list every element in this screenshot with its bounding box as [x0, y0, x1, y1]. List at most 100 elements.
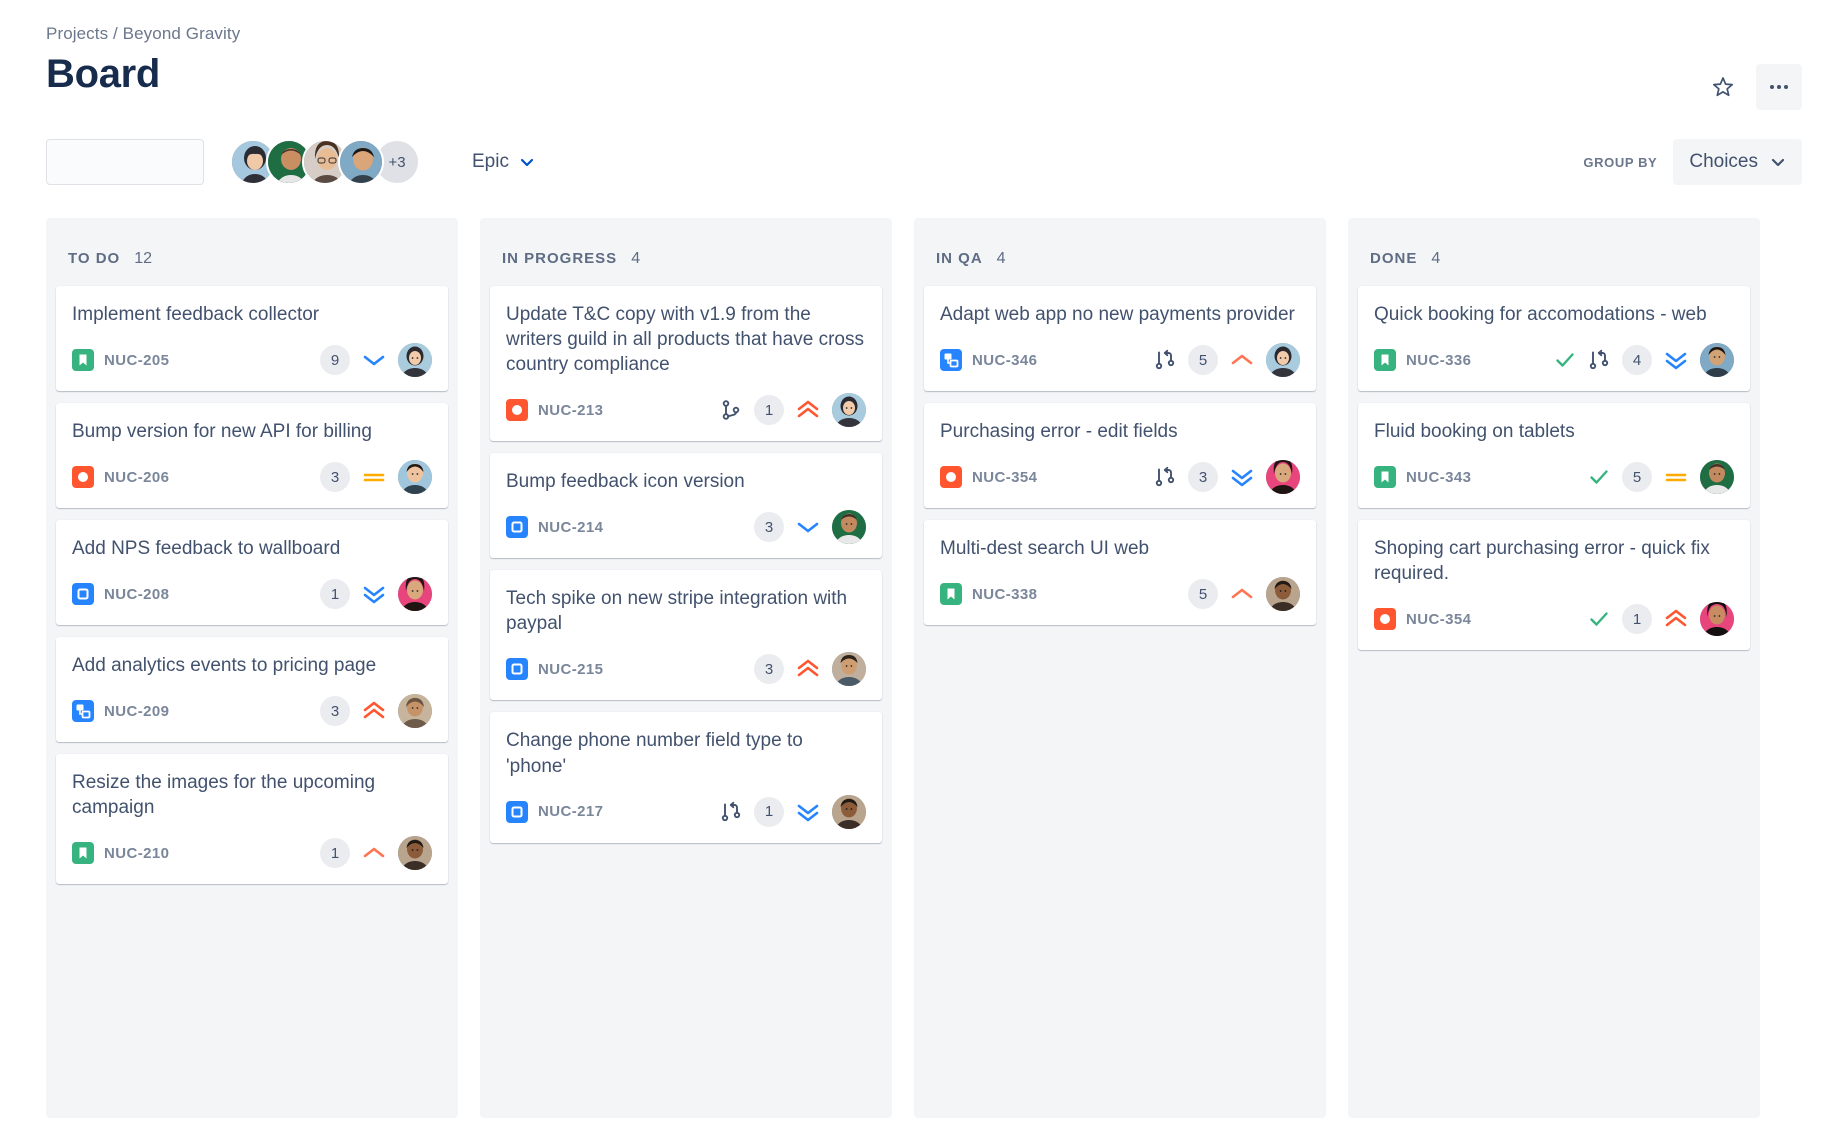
issue-meta-left: NUC-210 — [72, 842, 169, 864]
issue-key[interactable]: NUC-208 — [104, 586, 169, 603]
column-name: IN QA — [936, 250, 983, 267]
pull-request-icon[interactable] — [1588, 349, 1610, 371]
issue-title: Implement feedback collector — [72, 302, 432, 327]
branch-icon[interactable] — [720, 399, 742, 421]
issue-key[interactable]: NUC-210 — [104, 845, 169, 862]
issue-type-task-icon — [72, 583, 94, 605]
issue-meta: NUC-217 1 — [506, 795, 866, 829]
issue-card[interactable]: Fluid booking on tabletsNUC-3435 — [1358, 403, 1750, 508]
page-title: Board — [46, 52, 160, 96]
issue-title: Fluid booking on tablets — [1374, 419, 1734, 444]
group-by-label: GROUP BY — [1583, 155, 1657, 170]
issue-key[interactable]: NUC-215 — [538, 661, 603, 678]
issue-meta-left: NUC-213 — [506, 399, 603, 421]
issue-meta: NUC-354 3 — [940, 460, 1300, 494]
issue-meta: NUC-2143 — [506, 510, 866, 544]
priority-high-icon — [1230, 587, 1254, 601]
issue-meta-left: NUC-215 — [506, 658, 603, 680]
epic-filter[interactable]: Epic — [464, 145, 543, 179]
issue-meta: NUC-346 5 — [940, 343, 1300, 377]
assignee-avatar[interactable] — [832, 393, 866, 427]
board-page: Projects / Beyond Gravity Board — [0, 0, 1848, 1136]
search-box[interactable] — [46, 139, 204, 185]
issue-card[interactable]: Add NPS feedback to wallboardNUC-2081 — [56, 520, 448, 625]
issue-card[interactable]: Tech spike on new stripe integration wit… — [490, 570, 882, 700]
done-check-icon — [1588, 608, 1610, 630]
issue-card[interactable]: Bump version for new API for billingNUC-… — [56, 403, 448, 508]
assignee-avatar[interactable] — [1700, 343, 1734, 377]
issue-title: Purchasing error - edit fields — [940, 419, 1300, 444]
issue-key[interactable]: NUC-336 — [1406, 352, 1471, 369]
issue-meta: NUC-213 1 — [506, 393, 866, 427]
issue-card[interactable]: Purchasing error - edit fields NUC-354 3 — [924, 403, 1316, 508]
issue-card[interactable]: Adapt web app no new payments provider N… — [924, 286, 1316, 391]
issue-card[interactable]: Quick booking for accomodations - webNUC… — [1358, 286, 1750, 391]
issue-card[interactable]: Shoping cart purchasing error - quick fi… — [1358, 520, 1750, 650]
assignee-avatar[interactable] — [398, 577, 432, 611]
issue-card[interactable]: Implement feedback collector NUC-205 9 — [56, 286, 448, 391]
issue-meta-right: 9 — [320, 343, 432, 377]
issue-meta: NUC-338 5 — [940, 577, 1300, 611]
assignee-avatar[interactable] — [832, 652, 866, 686]
priority-medium-icon — [1664, 470, 1688, 484]
chevron-down-icon — [519, 154, 535, 170]
issue-type-story-icon — [1374, 466, 1396, 488]
issue-key[interactable]: NUC-346 — [972, 352, 1037, 369]
issue-title: Bump feedback icon version — [506, 469, 866, 494]
assignee-avatar[interactable] — [1266, 343, 1300, 377]
issue-title: Tech spike on new stripe integration wit… — [506, 586, 866, 636]
issue-card[interactable]: Update T&C copy with v1.9 from the write… — [490, 286, 882, 441]
issue-key[interactable]: NUC-205 — [104, 352, 169, 369]
assignee-avatar[interactable] — [398, 460, 432, 494]
estimate-badge: 3 — [320, 462, 350, 492]
issue-key[interactable]: NUC-209 — [104, 703, 169, 720]
issue-key[interactable]: NUC-217 — [538, 803, 603, 820]
estimate-badge: 3 — [320, 696, 350, 726]
issue-type-story-icon — [72, 349, 94, 371]
assignee-avatar[interactable] — [398, 343, 432, 377]
priority-low-icon — [362, 353, 386, 367]
issue-meta-left: NUC-354 — [1374, 608, 1471, 630]
pull-request-icon[interactable] — [1154, 349, 1176, 371]
issue-key[interactable]: NUC-206 — [104, 469, 169, 486]
star-icon[interactable] — [1700, 64, 1746, 110]
issue-card[interactable]: Resize the images for the upcoming campa… — [56, 754, 448, 884]
more-actions-icon[interactable] — [1756, 64, 1802, 110]
column-count: 4 — [997, 250, 1006, 268]
assignee-avatar[interactable] — [832, 510, 866, 544]
assignee-avatar[interactable] — [832, 795, 866, 829]
issue-type-task-icon — [506, 801, 528, 823]
issue-key[interactable]: NUC-354 — [1406, 611, 1471, 628]
estimate-badge: 9 — [320, 345, 350, 375]
done-check-icon — [1588, 466, 1610, 488]
estimate-badge: 5 — [1188, 579, 1218, 609]
group-by-select[interactable]: Choices — [1673, 139, 1802, 185]
assignee-avatar[interactable] — [1266, 577, 1300, 611]
assignee-avatar[interactable] — [398, 836, 432, 870]
issue-key[interactable]: NUC-338 — [972, 586, 1037, 603]
issue-key[interactable]: NUC-343 — [1406, 469, 1471, 486]
avatar[interactable] — [338, 139, 384, 185]
assignee-avatar[interactable] — [1266, 460, 1300, 494]
issue-key[interactable]: NUC-354 — [972, 469, 1037, 486]
issue-card[interactable]: Change phone number field type to 'phone… — [490, 712, 882, 842]
assignee-avatar[interactable] — [398, 694, 432, 728]
priority-lowest-icon — [796, 802, 820, 822]
issue-title: Multi-dest search UI web — [940, 536, 1300, 561]
pull-request-icon[interactable] — [720, 801, 742, 823]
issue-card[interactable]: Bump feedback icon version NUC-2143 — [490, 453, 882, 558]
issue-meta: NUC-2153 — [506, 652, 866, 686]
assignee-avatar[interactable] — [1700, 460, 1734, 494]
issue-card[interactable]: Add analytics events to pricing page NUC… — [56, 637, 448, 742]
pull-request-icon[interactable] — [1154, 466, 1176, 488]
issue-card[interactable]: Multi-dest search UI web NUC-338 5 — [924, 520, 1316, 625]
search-input[interactable] — [59, 154, 258, 171]
issue-key[interactable]: NUC-213 — [538, 402, 603, 419]
estimate-badge: 1 — [754, 797, 784, 827]
issue-meta-left: NUC-214 — [506, 516, 603, 538]
issue-key[interactable]: NUC-214 — [538, 519, 603, 536]
estimate-badge: 1 — [320, 838, 350, 868]
assignee-avatar[interactable] — [1700, 602, 1734, 636]
breadcrumb[interactable]: Projects / Beyond Gravity — [46, 0, 1802, 44]
issue-meta: NUC-3541 — [1374, 602, 1734, 636]
